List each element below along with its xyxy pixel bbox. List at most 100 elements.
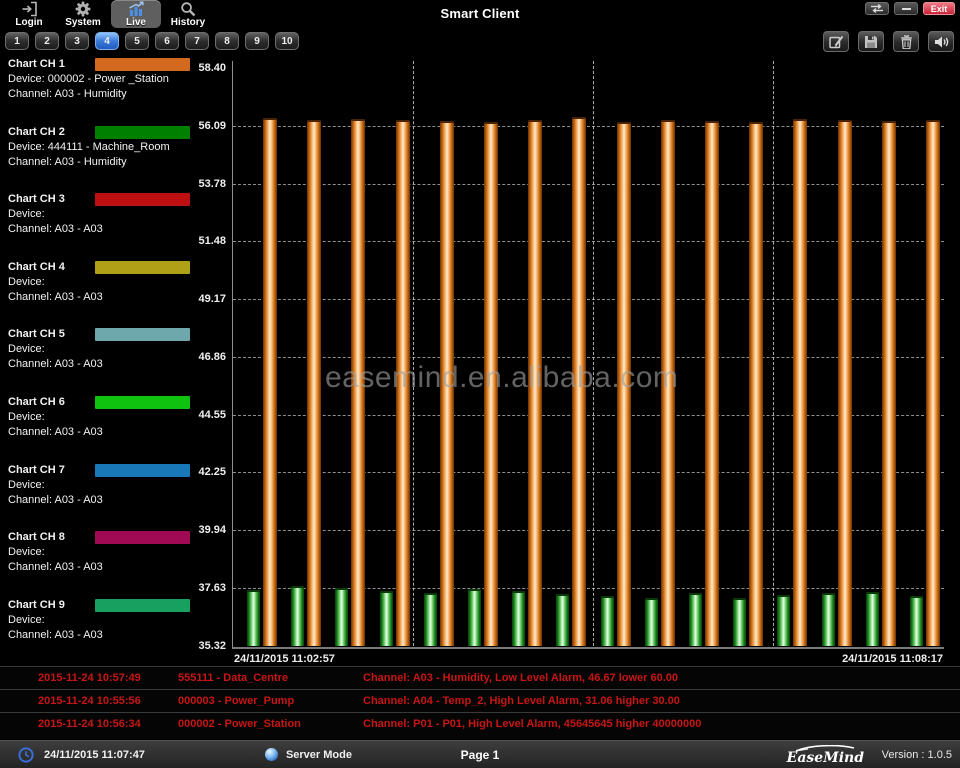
channel-entry-8[interactable]: Chart CH 8Device:Channel: A03 - A03	[8, 530, 190, 592]
version-label: Version : 1.0.5	[882, 749, 952, 761]
live-view: Chart CH 1Device: 000002 - Power _Statio…	[0, 55, 960, 666]
channel-channel: Channel: A03 - A03	[8, 357, 190, 372]
tab-10[interactable]: 10	[275, 32, 299, 50]
channel-device: Device:	[8, 342, 190, 357]
channel-entry-3[interactable]: Chart CH 3Device:Channel: A03 - A03	[8, 192, 190, 254]
tab-7[interactable]: 7	[185, 32, 209, 50]
tab-5[interactable]: 5	[125, 32, 149, 50]
chart-bar-ch2	[822, 593, 835, 646]
chart-bar-ch1	[307, 120, 321, 646]
channel-entry-6[interactable]: Chart CH 6Device:Channel: A03 - A03	[8, 395, 190, 457]
brand-name: EaseMind	[787, 752, 864, 764]
channel-entry-4[interactable]: Chart CH 4Device:Channel: A03 - A03	[8, 260, 190, 322]
y-tick-label: 44.55	[198, 409, 226, 421]
tab-6[interactable]: 6	[155, 32, 179, 50]
channel-legend: Chart CH 1Device: 000002 - Power _Statio…	[0, 55, 190, 666]
channel-entry-5[interactable]: Chart CH 5Device:Channel: A03 - A03	[8, 327, 190, 389]
y-tick-label: 56.09	[198, 120, 226, 132]
channel-color-swatch	[95, 531, 190, 544]
smart-client-window: Login System	[0, 0, 960, 768]
channel-device: Device: 444111 - Machine_Room	[8, 140, 190, 155]
exit-button[interactable]: Exit	[923, 2, 955, 15]
window-controls: Exit	[865, 2, 955, 15]
alarm-device: 000002 - Power_Station	[178, 718, 363, 730]
chart-bar-ch1	[793, 119, 807, 646]
y-tick-label: 39.94	[198, 524, 226, 536]
alarm-row[interactable]: 2015-11-24 10:55:56000003 - Power_PumpCh…	[0, 689, 960, 712]
channel-entry-2[interactable]: Chart CH 2Device: 444111 - Machine_RoomC…	[8, 125, 190, 187]
switch-icon[interactable]	[865, 2, 889, 15]
minimize-icon[interactable]	[894, 2, 918, 15]
y-tick-label: 58.40	[198, 62, 226, 74]
tab-2[interactable]: 2	[35, 32, 59, 50]
channel-channel: Channel: A03 - A03	[8, 493, 190, 508]
channel-color-swatch	[95, 193, 190, 206]
chart-bar-ch1	[882, 121, 896, 646]
y-tick-label: 49.17	[198, 293, 226, 305]
x-axis-end-time: 24/11/2015 11:08:17	[842, 653, 943, 665]
y-tick-label: 37.63	[198, 582, 226, 594]
channel-device: Device:	[8, 478, 190, 493]
y-tick-label: 35.32	[198, 640, 226, 652]
channel-device: Device:	[8, 275, 190, 290]
channel-channel: Channel: A03 - A03	[8, 560, 190, 575]
sound-button[interactable]	[928, 31, 954, 52]
y-tick-label: 53.78	[198, 178, 226, 190]
tab-9[interactable]: 9	[245, 32, 269, 50]
alarm-message: Channel: A04 - Temp_2, High Level Alarm,…	[363, 695, 960, 707]
chart-bar-ch2	[866, 592, 879, 646]
chart-bar-ch2	[601, 596, 614, 646]
channel-channel: Channel: A03 - A03	[8, 628, 190, 643]
x-axis-start-time: 24/11/2015 11:02:57	[234, 653, 335, 665]
alarm-message: Channel: A03 - Humidity, Low Level Alarm…	[363, 672, 960, 684]
v-gridline	[773, 61, 774, 646]
status-bar: 24/11/2015 11:07:47 Server Mode Page 1 E…	[0, 740, 960, 768]
channel-device: Device:	[8, 410, 190, 425]
y-axis: 58.40 56.09 53.78 51.48 49.17 46.86 44.55 42.25…	[186, 61, 228, 653]
delete-button[interactable]	[893, 31, 919, 52]
save-button[interactable]	[858, 31, 884, 52]
tab-3[interactable]: 3	[65, 32, 89, 50]
alarm-time: 2015-11-24 10:55:56	[0, 695, 178, 707]
title-bar: Login System	[0, 0, 960, 29]
channel-entry-7[interactable]: Chart CH 7Device:Channel: A03 - A03	[8, 463, 190, 525]
chart-bar-ch2	[247, 590, 260, 646]
channel-color-swatch	[95, 328, 190, 341]
channel-channel: Channel: A03 - A03	[8, 290, 190, 305]
y-tick-label: 51.48	[198, 235, 226, 247]
channel-channel: Channel: A03 - A03	[8, 222, 190, 237]
easemind-logo: EaseMind	[787, 745, 864, 764]
chart-bar-ch1	[705, 121, 719, 646]
chart-bar-ch2	[424, 593, 437, 646]
page-tabs: 123456789 10	[5, 32, 299, 50]
chart-bar-ch2	[512, 591, 525, 646]
channel-entry-9[interactable]: Chart CH 9Device:Channel: A03 - A03	[8, 598, 190, 660]
alarm-row[interactable]: 2015-11-24 10:57:49555111 - Data_CentreC…	[0, 666, 960, 689]
channel-color-swatch	[95, 396, 190, 409]
alarm-list: 2015-11-24 10:57:49555111 - Data_CentreC…	[0, 666, 960, 739]
tab-1[interactable]: 1	[5, 32, 29, 50]
y-tick-label: 46.86	[198, 351, 226, 363]
alarm-time: 2015-11-24 10:56:34	[0, 718, 178, 730]
channel-channel: Channel: A03 - Humidity	[8, 155, 190, 170]
channel-device: Device:	[8, 613, 190, 628]
edit-icon	[829, 35, 844, 49]
channel-entry-1[interactable]: Chart CH 1Device: 000002 - Power _Statio…	[8, 57, 190, 119]
alarm-row[interactable]: 2015-11-24 10:56:34000002 - Power_Statio…	[0, 712, 960, 735]
save-icon	[864, 35, 878, 49]
chart-bar-ch2	[468, 589, 481, 646]
chart-bar-ch1	[263, 118, 277, 646]
v-gridline	[413, 61, 414, 646]
channel-color-swatch	[95, 126, 190, 139]
live-bar-chart[interactable]: easemind.en.alibaba.com	[232, 61, 944, 649]
chart-bar-ch2	[380, 591, 393, 646]
speaker-icon	[934, 35, 949, 49]
edit-button[interactable]	[823, 31, 849, 52]
chart-bar-ch2	[777, 595, 790, 646]
tab-8[interactable]: 8	[215, 32, 239, 50]
chart-bar-ch1	[749, 122, 763, 646]
tab-4[interactable]: 4	[95, 32, 119, 50]
y-tick-label: 42.25	[198, 466, 226, 478]
alarm-time: 2015-11-24 10:57:49	[0, 672, 178, 684]
chart-bar-ch2	[645, 598, 658, 646]
